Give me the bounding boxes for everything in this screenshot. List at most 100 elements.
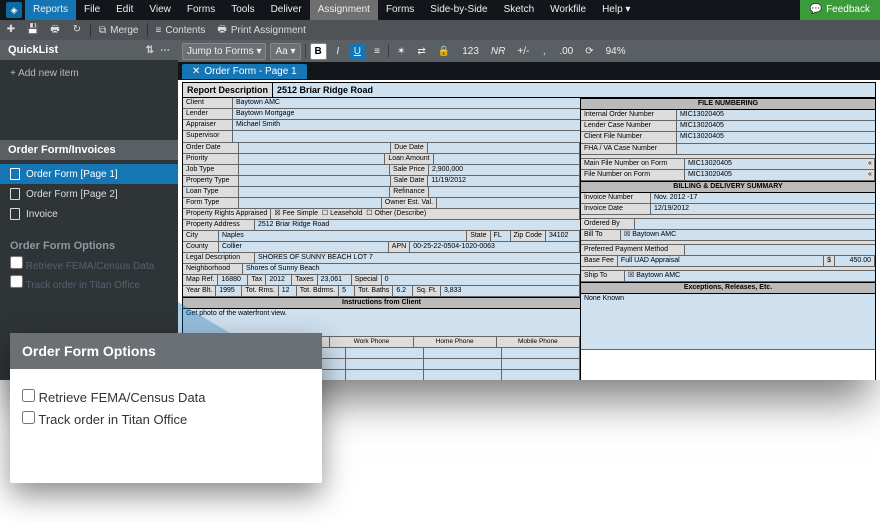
report-description-value[interactable]: 2512 Briar Ridge Road (273, 83, 875, 97)
address-field[interactable]: 2512 Briar Ridge Road (255, 220, 580, 230)
bold-button[interactable]: B (310, 43, 327, 60)
mapref-field[interactable]: 16880 (218, 275, 248, 285)
callout-option-titan[interactable]: Track order in Titan Office (22, 411, 310, 427)
menu-forms[interactable]: Forms (179, 0, 223, 20)
decimal-button[interactable]: .00 (555, 44, 577, 59)
font-menu[interactable]: Aa ▾ (270, 43, 300, 60)
lock-icon[interactable]: 🔒 (434, 44, 454, 59)
client-field[interactable]: Baytown AMC (233, 98, 580, 108)
menu-deliver[interactable]: Deliver (263, 0, 310, 20)
borrower-home-phone[interactable] (424, 348, 502, 358)
contents-button[interactable]: ≡Contents (150, 25, 212, 36)
new-icon[interactable]: ✚ (0, 20, 22, 40)
menu-file[interactable]: File (76, 0, 108, 20)
prefpay-field[interactable] (685, 245, 875, 255)
job-type-field[interactable] (239, 165, 390, 175)
fema-checkbox-small[interactable] (10, 256, 23, 269)
option-titan-small[interactable]: Track order in Titan Office (10, 275, 168, 291)
sidebar-item-order-form-page2[interactable]: Order Form [Page 2] (0, 184, 178, 204)
sale-date-field[interactable]: 11/19/2012 (428, 176, 580, 186)
exceptions-field[interactable]: None Known (581, 294, 875, 349)
invnum-field[interactable]: Nov. 2012 -17 (651, 193, 875, 203)
invdate-field[interactable]: 12/19/2012 (651, 204, 875, 214)
menu-reports[interactable]: Reports (25, 0, 76, 20)
appraiser-field[interactable]: Michael Smith (233, 120, 580, 130)
totbaths-field[interactable]: 6.2 (393, 286, 413, 296)
taxes-field[interactable]: 23,061 (318, 275, 352, 285)
close-tab-icon[interactable]: ✕ (192, 66, 200, 77)
strike-icon[interactable]: ✶ (393, 44, 409, 59)
zip-field[interactable]: 34102 (546, 231, 580, 241)
shipto-field[interactable]: ☒ Baytown AMC (625, 271, 875, 281)
underline-button[interactable]: U (349, 43, 366, 60)
history-icon[interactable]: ↻ (66, 20, 88, 40)
property-type-field[interactable] (239, 176, 391, 186)
sidebar-item-order-form-page1[interactable]: Order Form [Page 1] (0, 164, 178, 184)
menu-workfile[interactable]: Workfile (542, 0, 594, 20)
legal-field[interactable]: SHORES OF SUNNY BEACH LOT 7 (255, 253, 580, 263)
refresh-icon[interactable]: ⟳ (581, 44, 597, 59)
special-field[interactable]: 0 (382, 275, 580, 285)
quicklist-settings-icon[interactable]: ⋯ (160, 45, 170, 56)
fha-field[interactable] (677, 144, 875, 154)
add-new-item[interactable]: + Add new item (10, 68, 79, 79)
print-icon[interactable]: 🖶 (44, 20, 66, 40)
comma-icon[interactable]: , (537, 44, 551, 59)
quicklist-sort-icon[interactable]: ⇅ (146, 45, 154, 56)
merge-button[interactable]: ⧉Merge (93, 25, 145, 36)
sale-price-field[interactable]: 2,900,000 (429, 165, 580, 175)
priority-field[interactable] (239, 154, 385, 164)
lender-case-field[interactable]: MIC13020405 (677, 121, 875, 131)
print-assignment-button[interactable]: 🖶Print Assignment (211, 22, 312, 39)
link-icon[interactable]: ⇄ (413, 44, 429, 59)
menu-edit[interactable]: Edit (108, 0, 141, 20)
int-order-field[interactable]: MIC13020405 (677, 110, 875, 120)
menu-side-by-side[interactable]: Side-by-Side (422, 0, 495, 20)
rights-options[interactable]: ☒ Fee Simple ☐ Leasehold ☐ Other (Descri… (271, 209, 580, 219)
owner-est-field[interactable] (437, 198, 580, 208)
num-button[interactable]: 123 (458, 44, 483, 59)
ordered-field[interactable] (635, 219, 875, 229)
basefee-desc-field[interactable]: Full UAD Appraisal (618, 256, 824, 266)
menu-forms-2[interactable]: Forms (378, 0, 422, 20)
menu-sketch[interactable]: Sketch (496, 0, 543, 20)
lender-field[interactable]: Baytown Mortgage (233, 109, 580, 119)
filenum-form-field[interactable]: MIC13020405 (685, 170, 865, 180)
option-fema-small[interactable]: Retrieve FEMA/Census Data (10, 256, 168, 272)
jump-to-forms[interactable]: Jump to Forms ▾ (182, 43, 266, 60)
italic-button[interactable]: I (331, 44, 345, 59)
order-date-field[interactable] (239, 143, 391, 153)
fema-checkbox[interactable] (22, 389, 35, 402)
feedback-button[interactable]: 💬Feedback (800, 0, 880, 20)
client-file-field[interactable]: MIC13020405 (677, 132, 875, 142)
callout-option-fema[interactable]: Retrieve FEMA/Census Data (22, 389, 310, 405)
loan-type-field[interactable] (239, 187, 390, 197)
refinance-field[interactable] (429, 187, 580, 197)
titan-checkbox[interactable] (22, 411, 35, 424)
totrms-field[interactable]: 12 (279, 286, 297, 296)
mainfile-field[interactable]: MIC13020405 (685, 159, 865, 169)
menu-view[interactable]: View (141, 0, 179, 20)
neighborhood-field[interactable]: Shores of Sunny Beach (243, 264, 580, 274)
tab-order-form-page1[interactable]: ✕Order Form - Page 1 (182, 64, 307, 79)
basefee-amt-field[interactable]: 450.00 (835, 256, 875, 266)
align-button[interactable]: ≡ (370, 44, 384, 59)
menu-tools[interactable]: Tools (223, 0, 262, 20)
nr-button[interactable]: NR (487, 44, 509, 59)
borrower-mobile-phone[interactable] (502, 348, 580, 358)
sidebar-item-invoice[interactable]: Invoice (0, 204, 178, 224)
county-field[interactable]: Collier (219, 242, 389, 252)
menu-assignment[interactable]: Assignment (310, 0, 378, 20)
sqft-field[interactable]: 3,833 (441, 286, 580, 296)
totbdrms-field[interactable]: 5 (339, 286, 355, 296)
city-field[interactable]: Naples (219, 231, 467, 241)
tax-field[interactable]: 2012 (266, 275, 292, 285)
save-icon[interactable]: 💾 (22, 20, 44, 40)
menu-help[interactable]: Help ▾ (594, 0, 638, 20)
titan-checkbox-small[interactable] (10, 275, 23, 288)
yearblt-field[interactable]: 1995 (216, 286, 242, 296)
due-date-field[interactable] (428, 143, 580, 153)
loan-amount-field[interactable] (434, 154, 580, 164)
plusminus-button[interactable]: +/- (513, 44, 533, 59)
apn-field[interactable]: 00-25-22-0504-1020-0063 (410, 242, 580, 252)
